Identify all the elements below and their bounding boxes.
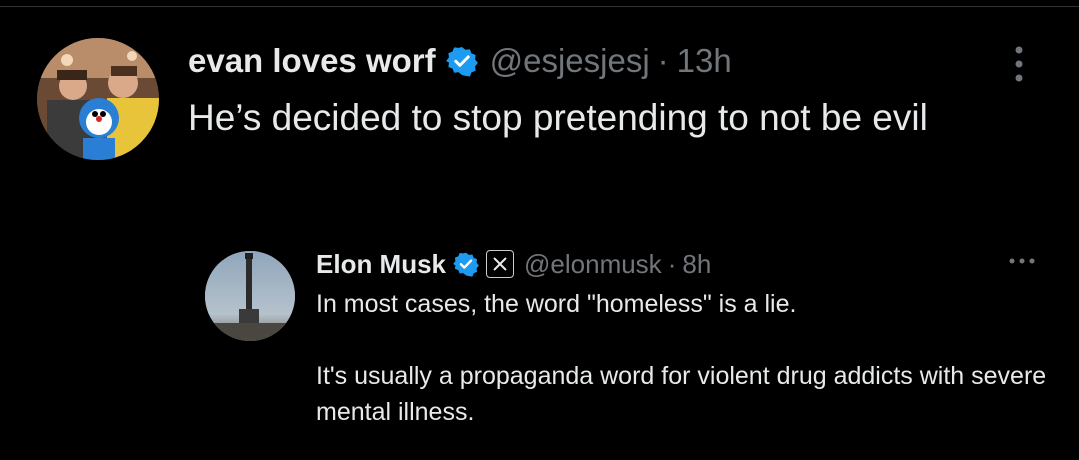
x-logo-icon	[486, 250, 515, 278]
quoted-tweet-text: In most cases, the word "homeless" is a …	[316, 286, 1056, 430]
verified-badge-icon	[445, 47, 478, 77]
more-vertical-icon[interactable]	[1008, 44, 1030, 84]
avatar[interactable]	[37, 38, 159, 160]
quoted-paragraph: In most cases, the word "homeless" is a …	[316, 290, 797, 318]
quoted-user-handle[interactable]: @elonmusk	[524, 249, 662, 280]
tweet-text: He’s decided to stop pretending to not b…	[188, 97, 928, 138]
separator-dot: ·	[657, 42, 669, 79]
quoted-avatar-photo	[205, 251, 295, 341]
tweet-header: evan loves worf @esjesjesj · 13h	[188, 38, 732, 84]
separator-dot: ·	[667, 248, 677, 279]
quoted-display-name[interactable]: Elon Musk	[316, 249, 446, 280]
user-handle[interactable]: @esjesjesj	[490, 42, 650, 80]
display-name[interactable]: evan loves worf	[188, 42, 436, 80]
top-divider	[0, 6, 1079, 7]
more-horizontal-icon[interactable]	[1008, 256, 1036, 266]
verified-badge-icon	[453, 252, 479, 277]
avatar-photo	[37, 38, 159, 160]
quoted-timestamp[interactable]: 8h	[682, 249, 711, 280]
quoted-tweet-header: Elon Musk @elonmusk · 8h	[316, 244, 711, 284]
quoted-paragraph: It's usually a propaganda word for viole…	[316, 362, 1047, 426]
quoted-avatar[interactable]	[205, 251, 295, 341]
timestamp[interactable]: 13h	[677, 42, 732, 80]
